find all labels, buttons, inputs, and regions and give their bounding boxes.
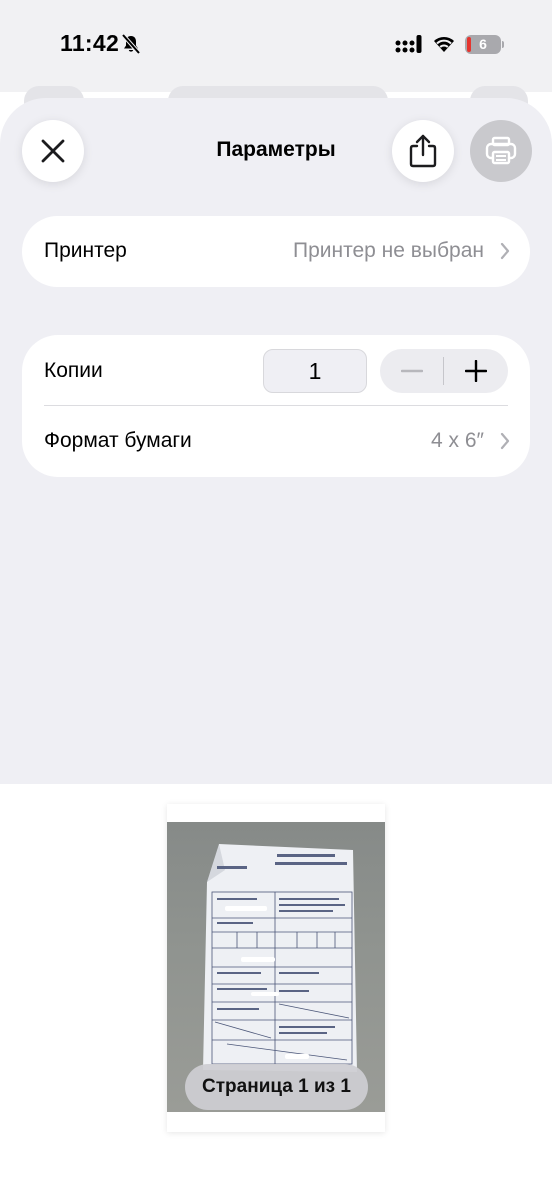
- battery-indicator: 6: [465, 35, 501, 54]
- copies-stepper: [380, 349, 508, 393]
- plus-icon: [465, 360, 487, 382]
- status-bar: 11:42 6: [0, 0, 552, 92]
- paper-size-label: Формат бумаги: [44, 429, 192, 452]
- increment-button[interactable]: [444, 349, 508, 393]
- printer-label: Принтер: [44, 239, 127, 262]
- battery-percentage: 6: [479, 36, 487, 52]
- bell-muted-icon: [121, 33, 141, 55]
- copies-label: Копии: [44, 359, 103, 382]
- minus-icon: [400, 369, 423, 373]
- copies-field[interactable]: 1: [263, 349, 367, 393]
- print-button[interactable]: [470, 120, 532, 182]
- share-icon: [409, 134, 437, 168]
- share-button[interactable]: [392, 120, 454, 182]
- printer-value: Принтер не выбран: [292, 239, 484, 262]
- battery-tip: [502, 41, 504, 48]
- printer-row[interactable]: Принтер Принтер не выбран: [22, 216, 530, 287]
- cellular-signal-icon: [395, 35, 422, 53]
- decrement-button[interactable]: [380, 349, 443, 393]
- page-counter: Страница 1 из 1: [185, 1064, 368, 1110]
- printer-icon: [485, 136, 517, 165]
- options-card: Копии 1 Формат бумаги 4 x 6″: [22, 335, 530, 477]
- wifi-icon: [434, 37, 454, 52]
- status-time: 11:42: [60, 30, 120, 56]
- chevron-right-icon: [500, 432, 510, 450]
- paper-size-row[interactable]: Формат бумаги 4 x 6″: [22, 406, 530, 477]
- paper-size-value: 4 x 6″: [431, 429, 484, 452]
- print-options-sheet: Параметры Принтер Принтер не выбран Копи…: [0, 98, 552, 784]
- chevron-right-icon: [500, 242, 510, 260]
